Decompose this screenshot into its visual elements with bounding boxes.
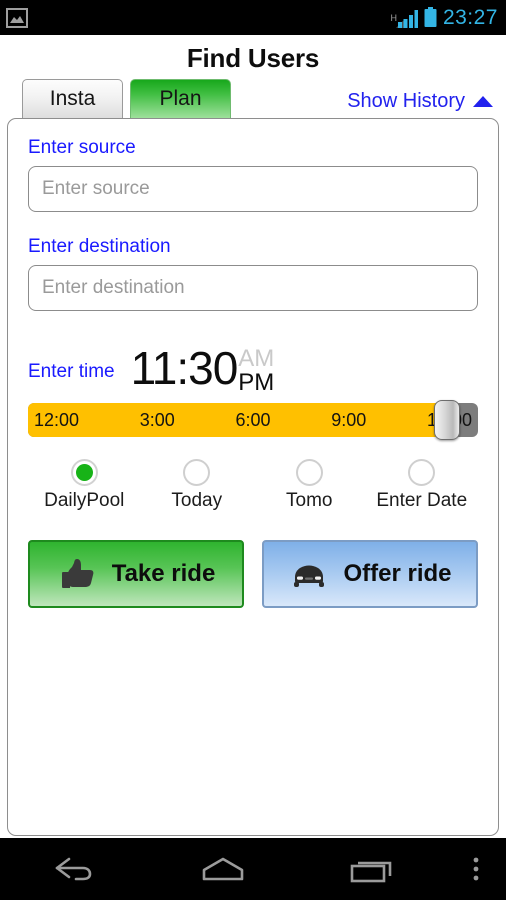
android-nav-bar xyxy=(0,838,506,900)
time-picker-row: Enter time 11:30 AM PM xyxy=(28,333,478,395)
nav-back-button[interactable] xyxy=(0,854,149,884)
back-arrow-icon xyxy=(52,854,96,884)
recents-icon xyxy=(349,854,395,884)
meridiem-pm[interactable]: PM xyxy=(238,371,274,395)
nav-recents-button[interactable] xyxy=(297,854,446,884)
offer-ride-button[interactable]: Offer ride xyxy=(262,540,478,608)
car-front-icon xyxy=(288,557,330,591)
radio-selected-dot xyxy=(75,464,93,481)
take-ride-label: Take ride xyxy=(111,560,216,587)
tab-plan-label: Plan xyxy=(159,87,202,110)
source-field-group: Enter source xyxy=(28,137,478,212)
radio-tomo-icon[interactable] xyxy=(295,459,323,486)
destination-input[interactable] xyxy=(28,265,478,311)
tab-insta-label: Insta xyxy=(49,87,96,110)
battery-full-icon xyxy=(424,7,437,28)
meridiem-am[interactable]: AM xyxy=(238,347,274,371)
radio-enter-date[interactable]: Enter Date xyxy=(366,459,479,512)
time-slider-thumb[interactable] xyxy=(433,400,460,440)
show-history-link[interactable]: Show History xyxy=(347,90,494,113)
source-label: Enter source xyxy=(28,137,136,158)
slider-tick: 9:00 xyxy=(331,409,367,430)
radio-dailypool-icon[interactable] xyxy=(70,459,98,486)
thumbs-up-icon xyxy=(57,557,99,591)
slider-tick: 3:00 xyxy=(139,409,175,430)
meridiem-spinner[interactable]: AM PM xyxy=(238,347,274,395)
tab-insta[interactable]: Insta xyxy=(22,79,123,118)
home-icon xyxy=(198,854,248,884)
time-value[interactable]: 11:30 xyxy=(131,345,239,395)
network-type-label: H xyxy=(390,12,397,23)
time-slider-ticks: 12:00 3:00 6:00 9:00 12:00 xyxy=(28,403,478,437)
schedule-radio-group: DailyPool Today Tomo Enter Date xyxy=(28,459,478,512)
radio-dailypool-label: DailyPool xyxy=(44,490,125,511)
status-bar-notifications xyxy=(6,7,28,28)
radio-today-icon[interactable] xyxy=(183,459,211,486)
take-ride-button[interactable]: Take ride xyxy=(28,540,244,608)
radio-enter-date-label: Enter Date xyxy=(376,490,468,511)
overflow-menu-icon xyxy=(471,854,481,884)
app-screen: H 23:27 Find Users Insta Plan Show Histo… xyxy=(0,0,506,900)
offer-ride-label: Offer ride xyxy=(343,560,452,587)
time-label: Enter time xyxy=(28,361,115,382)
plan-form-panel: Enter source Enter destination Enter tim… xyxy=(7,118,499,836)
nav-overflow-button[interactable] xyxy=(446,854,506,884)
gallery-image-icon xyxy=(6,7,28,28)
nav-home-button[interactable] xyxy=(149,854,298,884)
caret-up-icon xyxy=(472,94,494,109)
radio-enter-date-icon[interactable] xyxy=(408,459,436,486)
status-bar-system-icons: H 23:27 xyxy=(390,6,498,30)
radio-tomo[interactable]: Tomo xyxy=(253,459,366,512)
radio-today-label: Today xyxy=(171,490,223,511)
source-input[interactable] xyxy=(28,166,478,212)
action-button-row: Take ride Offer ride xyxy=(28,540,478,608)
radio-today[interactable]: Today xyxy=(141,459,254,512)
signal-bars-icon: H xyxy=(390,7,418,29)
destination-label: Enter destination xyxy=(28,236,171,257)
tab-bar: Insta Plan Show History xyxy=(0,76,506,118)
status-bar: H 23:27 xyxy=(0,0,506,35)
page-title: Find Users xyxy=(186,43,320,73)
destination-field-group: Enter destination xyxy=(28,236,478,311)
status-bar-clock: 23:27 xyxy=(442,5,498,29)
radio-dailypool[interactable]: DailyPool xyxy=(28,459,141,512)
time-slider[interactable]: 12:00 3:00 6:00 9:00 12:00 xyxy=(28,400,478,440)
radio-tomo-label: Tomo xyxy=(286,490,333,511)
tab-plan[interactable]: Plan xyxy=(130,79,231,118)
show-history-label: Show History xyxy=(347,90,465,112)
slider-tick: 12:00 xyxy=(34,409,80,430)
slider-tick: 6:00 xyxy=(235,409,271,430)
